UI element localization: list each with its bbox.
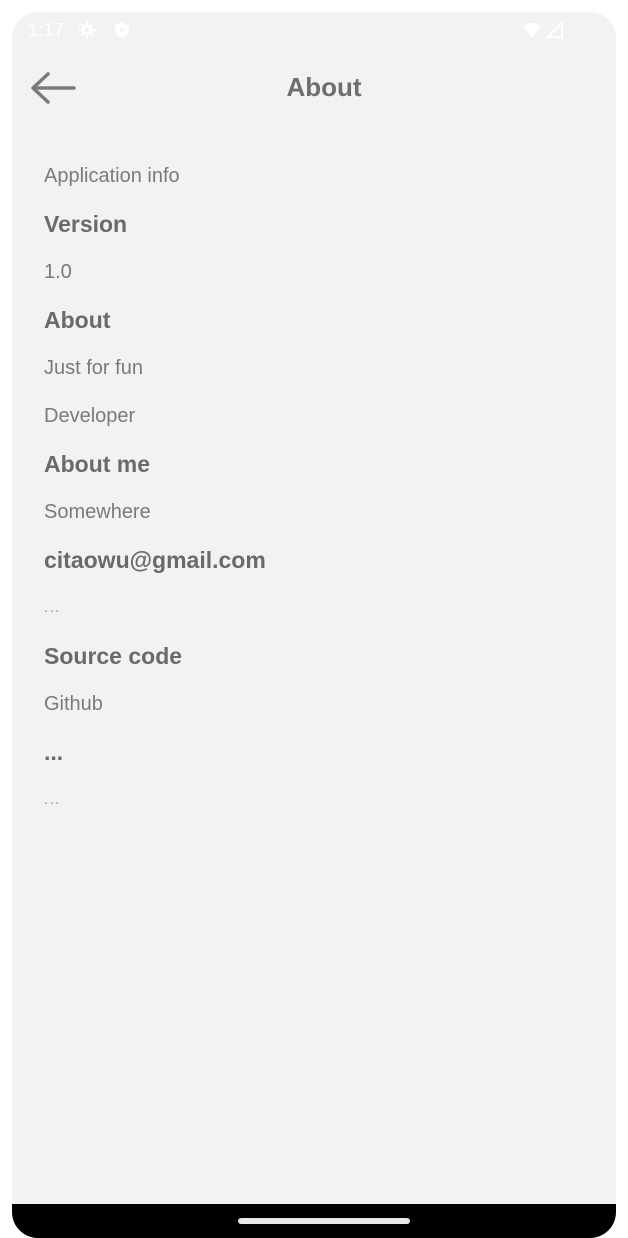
gear-icon [78, 21, 96, 39]
section-heading[interactable]: About me [44, 440, 584, 488]
section-text: Application info [44, 164, 180, 187]
signal-icon [544, 20, 564, 39]
section-heading[interactable]: Source code [44, 632, 584, 680]
status-bar: 1:17 [12, 12, 616, 52]
section-text: ... [44, 599, 61, 616]
phone-screen: 1:17 About Application info Version 1.0 … [12, 12, 616, 1238]
section-heading[interactable]: citaowu@gmail.com [44, 536, 584, 584]
navigation-bar [12, 1204, 616, 1238]
app-bar: About [12, 52, 616, 128]
shield-icon [113, 21, 131, 39]
section-heading[interactable]: Version [44, 200, 584, 248]
status-time: 1:17 [28, 20, 65, 40]
wifi-icon [522, 21, 542, 39]
section-text: 1.0 [44, 260, 72, 283]
section-heading[interactable]: ... [44, 728, 584, 776]
section-text: Developer [44, 404, 136, 427]
section-text: ... [44, 791, 61, 808]
section-text: Just for fun [44, 356, 143, 379]
section-heading[interactable]: About [44, 296, 584, 344]
home-indicator[interactable] [238, 1218, 410, 1224]
section-text: Somewhere [44, 500, 151, 523]
about-list: Application info Version 1.0 About Just for … [44, 152, 584, 824]
section-text: Github [44, 692, 103, 715]
page-title: About [286, 72, 362, 102]
